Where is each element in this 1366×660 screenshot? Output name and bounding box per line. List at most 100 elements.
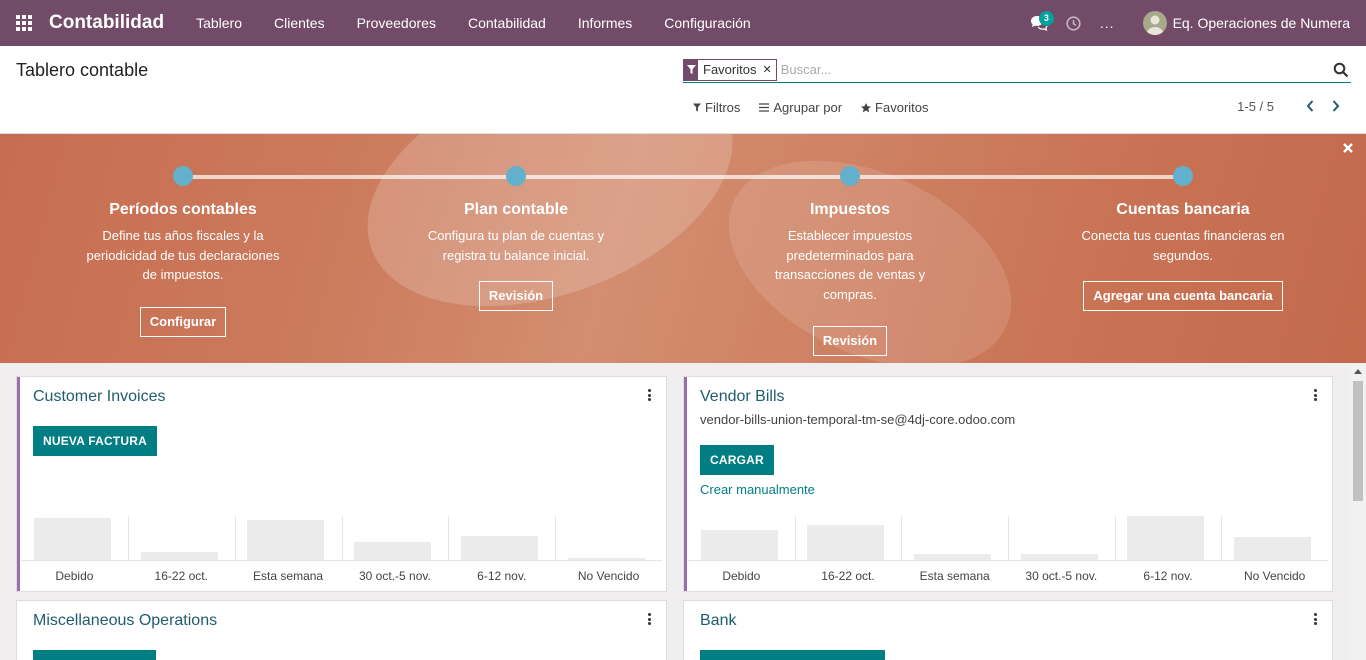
revision-plan-button[interactable]: Revisión [478, 281, 554, 311]
filters-button[interactable]: Filtros [693, 100, 740, 115]
bank-card: Bank [683, 600, 1333, 660]
control-panel: Tablero contable Favoritos ✕ Filtros Agr… [0, 46, 1366, 134]
crear-manualmente-link[interactable]: Crear manualmente [700, 482, 815, 497]
chart-bar[interactable] [33, 518, 111, 560]
customer-invoices-chart[interactable]: Debido 16-22 oct. Esta semana 30 oct.-5 nov… [21, 516, 662, 591]
chart-tick-label: 6-12 nov. [477, 569, 527, 583]
filter-facet-icon [684, 59, 698, 80]
chart-tick-label: Esta semana [253, 569, 324, 583]
onboarding-progress-line [183, 175, 1183, 179]
scroll-up-arrow-icon[interactable] [1354, 369, 1362, 374]
chart-separator [1114, 516, 1116, 560]
chart-separator [1221, 516, 1223, 560]
chart-separator [127, 516, 129, 560]
step-cuentas-bancaria: Cuentas bancaria Conecta tus cuentas fin… [1043, 166, 1323, 311]
favorites-facet[interactable]: Favoritos ✕ [683, 58, 777, 81]
chart-bar[interactable] [247, 520, 325, 560]
chart-tick-label: Debido [722, 569, 761, 583]
chart-bar[interactable] [461, 535, 539, 560]
chart-tick-label: 6-12 nov. [1143, 569, 1193, 583]
menu-item-proveedores[interactable]: Proveedores [341, 0, 452, 46]
activity-menu[interactable] [1062, 8, 1086, 38]
agregar-cuenta-bancaria-button[interactable]: Agregar una cuenta bancaria [1083, 281, 1283, 311]
chevron-right-icon[interactable] [1330, 98, 1342, 114]
chart-bar[interactable] [354, 542, 432, 560]
search-icon[interactable] [1333, 62, 1349, 78]
nueva-factura-button[interactable]: NUEVA FACTURA [33, 426, 157, 456]
clock-icon [1066, 15, 1081, 31]
step-dot [1173, 166, 1193, 186]
card-title[interactable]: Bank [700, 612, 736, 630]
step-description: Configura tu plan de cuentas y registra … [427, 228, 605, 263]
chart-bar[interactable] [567, 557, 645, 560]
facet-close-icon[interactable]: ✕ [762, 63, 775, 76]
chart-bar[interactable] [1234, 537, 1311, 560]
chart-separator [448, 516, 450, 560]
chart-bar[interactable] [140, 552, 218, 560]
user-avatar[interactable] [1142, 11, 1167, 35]
kebab-menu-icon[interactable] [648, 613, 652, 625]
configurar-button[interactable]: Configurar [139, 306, 227, 337]
step-title: Plan contable [463, 201, 569, 218]
pager-value[interactable]: 1-5 / 5 [1237, 99, 1274, 114]
step-dot [173, 166, 193, 186]
main-menu: Tablero Clientes Proveedores Contabilida… [180, 0, 767, 46]
menu-item-contabilidad[interactable]: Contabilidad [452, 0, 562, 46]
cargar-button[interactable]: CARGAR [700, 445, 774, 475]
search-input[interactable] [780, 58, 1333, 81]
card-title[interactable]: Customer Invoices [33, 388, 166, 406]
page-scrollbar[interactable] [1349, 363, 1366, 660]
customer-invoices-card: Customer Invoices NUEVA FACTURA Debido 16… [16, 376, 667, 592]
chart-bar[interactable] [914, 554, 991, 560]
card-title[interactable]: Vendor Bills [700, 388, 785, 406]
kebab-menu-icon[interactable] [1314, 613, 1318, 625]
chart-bar[interactable] [807, 524, 885, 560]
apps-menu-icon[interactable] [16, 15, 32, 31]
bank-primary-button[interactable] [700, 650, 885, 660]
user-name[interactable]: Eq. Operaciones de Numera [1173, 15, 1350, 31]
chat-count-badge: 3 [1038, 11, 1054, 26]
vendor-bills-card: Vendor Bills vendor-bills-union-temporal… [683, 376, 1333, 592]
chart-baseline [21, 560, 662, 561]
card-color-bar [17, 377, 20, 591]
revision-impuestos-button[interactable]: Revisión [812, 326, 888, 356]
chart-bar[interactable] [1127, 516, 1205, 560]
bars-icon [759, 103, 770, 112]
more-menu[interactable]: ... [1100, 0, 1115, 46]
step-title: Períodos contables [109, 201, 257, 218]
misc-primary-button[interactable] [33, 650, 156, 660]
kebab-menu-icon[interactable] [648, 389, 652, 401]
miscellaneous-operations-card: Miscellaneous Operations [16, 600, 667, 660]
step-impuestos: Impuestos Establecer impuestos predeterm… [720, 166, 980, 356]
menu-item-informes[interactable]: Informes [562, 0, 648, 46]
chart-tick-label: No Vencido [1243, 569, 1306, 583]
card-title[interactable]: Miscellaneous Operations [33, 612, 217, 630]
step-title: Cuentas bancaria [1116, 201, 1250, 218]
messaging-menu[interactable]: 3 [1024, 8, 1054, 38]
kebab-menu-icon[interactable] [1314, 389, 1318, 401]
close-icon[interactable] [1342, 142, 1354, 154]
vendor-bills-chart[interactable]: Debido 16-22 oct. Esta semana 30 oct.-5 nov… [688, 516, 1328, 591]
filter-icon [693, 103, 701, 112]
group-by-label: Agrupar por [773, 100, 843, 115]
pager: 1-5 / 5 [1237, 98, 1342, 114]
favorites-button[interactable]: Favoritos [861, 100, 929, 115]
chart-bar[interactable] [1020, 554, 1098, 560]
menu-item-tablero[interactable]: Tablero [180, 0, 258, 46]
group-by-button[interactable]: Agrupar por [759, 100, 842, 115]
step-description: Establecer impuestos predeterminados par… [774, 228, 926, 302]
app-brand[interactable]: Contabilidad [49, 12, 164, 34]
step-dot [506, 166, 526, 186]
chart-tick-label: Esta semana [919, 569, 990, 583]
step-description: Conecta tus cuentas financieras en segun… [1081, 228, 1285, 263]
menu-item-clientes[interactable]: Clientes [258, 0, 341, 46]
search-bar: Favoritos ✕ [683, 57, 1351, 83]
chevron-left-icon[interactable] [1304, 98, 1316, 114]
chart-bar[interactable] [700, 530, 778, 560]
onboarding-banner: Períodos contables Define tus años fisca… [0, 134, 1366, 363]
scroll-thumb[interactable] [1353, 381, 1363, 501]
menu-item-configuracion[interactable]: Configuración [648, 0, 766, 46]
page-title: Tablero contable [16, 60, 149, 80]
chart-separator [234, 516, 236, 560]
filters-label: Filtros [705, 100, 741, 115]
